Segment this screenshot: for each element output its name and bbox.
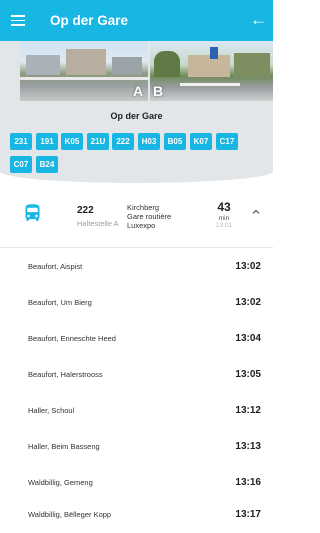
stop-list-name: Beaufort, Um Bierg (28, 298, 92, 307)
route-card[interactable]: 222 Haltestelle A Kirchberg Gare routièr… (0, 193, 273, 245)
line-chip[interactable]: 222 (112, 133, 134, 150)
stop-photo-b[interactable]: B (150, 41, 273, 101)
app-bar: Op der Gare ← (0, 0, 273, 41)
stop-list-name: Beaufort, Halerstrooss (28, 370, 103, 379)
line-chip[interactable]: B24 (36, 156, 58, 173)
list-item[interactable]: Beaufort, Aispist 13:02 (0, 249, 273, 285)
stop-photo-a[interactable]: A (20, 41, 148, 101)
stop-list-name: Haller, Beim Basseng (28, 442, 100, 451)
list-item[interactable]: Haller, Schoul 13:12 (0, 393, 273, 429)
arrow-left-icon[interactable]: ← (250, 11, 267, 29)
stop-list-name: Haller, Schoul (28, 406, 75, 415)
line-chip[interactable]: C07 (10, 156, 32, 173)
list-item[interactable]: Waldbillig, Bëlleger Kopp 13:17 (0, 497, 273, 533)
list-item[interactable]: Beaufort, Halerstrooss 13:05 (0, 357, 273, 393)
list-item[interactable]: Beaufort, Um Bierg 13:02 (0, 285, 273, 321)
line-chip[interactable]: B05 (164, 133, 186, 150)
stop-list-time: 13:16 (235, 477, 261, 488)
stop-list-time: 13:02 (235, 297, 261, 308)
minutes-until-departure: 43 (217, 200, 231, 214)
page-title: Op der Gare (50, 13, 129, 28)
line-chip[interactable]: C17 (216, 133, 238, 150)
line-chip[interactable]: 21U (87, 133, 109, 150)
stop-list-name: Beaufort, Aispist (28, 262, 83, 271)
line-chip[interactable]: H03 (138, 133, 160, 150)
stop-list-name: Beaufort, Enneschte Heed (28, 334, 116, 343)
route-destination-line: Gare routière (127, 212, 172, 221)
stop-list-time: 13:04 (235, 333, 261, 344)
stop-list-time: 13:02 (235, 261, 261, 272)
line-chip[interactable]: K05 (61, 133, 83, 150)
bus-icon (25, 204, 40, 221)
hamburger-menu-icon (11, 15, 25, 26)
route-destination-line: Kirchberg (127, 203, 160, 212)
list-item[interactable]: Beaufort, Enneschte Heed 13:04 (0, 321, 273, 357)
photo-label-a: A (133, 83, 144, 99)
stop-name: Op der Gare (110, 111, 163, 121)
stop-list-name: Waldbillig, Bëlleger Kopp (28, 510, 112, 519)
stop-list-time: 13:12 (235, 405, 261, 416)
stop-list-name: Waldbillig, Gemeng (28, 478, 93, 487)
departure-time: 13:01 (215, 222, 233, 229)
stop-list-time: 13:17 (235, 509, 261, 520)
stop-list-time: 13:13 (235, 441, 261, 452)
route-destination-line: Luxexpo (127, 221, 156, 230)
line-chip[interactable]: 191 (36, 133, 58, 150)
photo-label-b: B (153, 83, 164, 99)
divider (0, 247, 273, 248)
line-chip[interactable]: 231 (10, 133, 32, 150)
minutes-label: min (218, 215, 230, 222)
list-item[interactable]: Haller, Beim Basseng 13:13 (0, 429, 273, 465)
stop-list-time: 13:05 (235, 369, 261, 380)
route-platform: Haltestelle A (77, 219, 119, 228)
chevron-up-icon[interactable] (251, 207, 261, 217)
menu-button[interactable] (0, 0, 36, 41)
route-number: 222 (77, 205, 94, 216)
line-chip[interactable]: K07 (190, 133, 212, 150)
list-item[interactable]: Waldbillig, Gemeng 13:16 (0, 465, 273, 501)
